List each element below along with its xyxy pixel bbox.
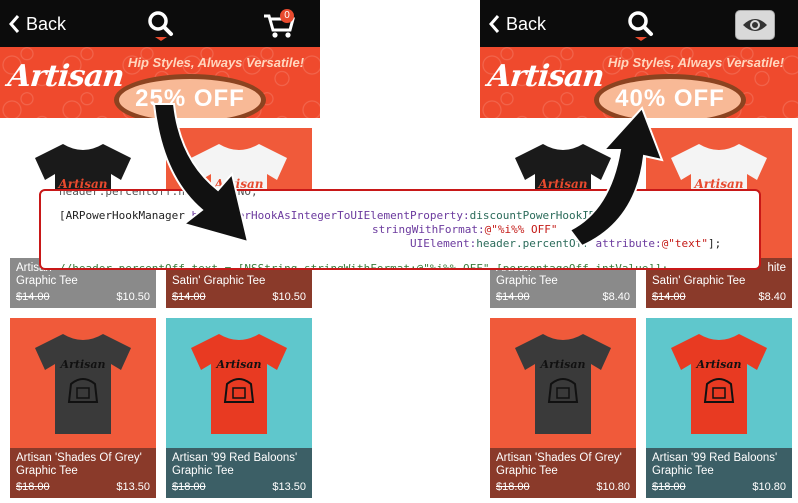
product-card[interactable]: Artisan Artisan 'Shades Of Grey' Graphic… bbox=[490, 318, 636, 498]
product-title-line2: Graphic Tee bbox=[496, 465, 558, 477]
search-button[interactable] bbox=[146, 10, 176, 42]
product-image: Artisan bbox=[10, 318, 156, 448]
product-card[interactable]: Artisan Artisan '99 Red Baloons' Graphic… bbox=[166, 318, 312, 498]
product-title-line1: Artisan 'Shades Of Grey' bbox=[16, 452, 142, 464]
product-title-line2: Satin' Graphic Tee bbox=[652, 275, 746, 287]
price-row: $14.00 $10.50 bbox=[16, 291, 150, 304]
product-card[interactable]: Artisan Artisan 'Shades Of Grey' Graphic… bbox=[10, 318, 156, 498]
product-title-line1: Satin' Graphic Tee bbox=[172, 275, 266, 287]
product-title-line2: Graphic Tee bbox=[172, 465, 234, 477]
svg-text:Artisan: Artisan bbox=[216, 358, 262, 371]
product-image: Artisan bbox=[490, 318, 636, 448]
product-card[interactable]: Artisan Artisan '99 Red Baloons' Graphic… bbox=[646, 318, 792, 498]
product-caption: Artisan 'Shades Of Grey' Graphic Tee $18… bbox=[10, 448, 156, 498]
preview-button[interactable] bbox=[735, 10, 775, 40]
product-title-line1: Artisan '99 Red Baloons' bbox=[172, 452, 298, 464]
sale-price: $10.80 bbox=[596, 481, 630, 493]
eye-icon bbox=[743, 19, 767, 31]
cart-button[interactable]: 0 bbox=[262, 8, 298, 40]
price-row: $18.00 $10.80 bbox=[496, 481, 630, 494]
sale-price: $13.50 bbox=[272, 481, 306, 493]
code-format-value: @"%i%% OFF" bbox=[484, 223, 558, 236]
arrow-down-icon bbox=[152, 103, 250, 244]
navbar: Back bbox=[480, 0, 798, 47]
price-row: $14.00 $8.40 bbox=[496, 291, 630, 304]
product-title-line2: Graphic Tee bbox=[16, 465, 78, 477]
svg-text:Artisan: Artisan bbox=[60, 358, 106, 371]
back-label: Back bbox=[26, 13, 67, 34]
svg-text:Artisan: Artisan bbox=[540, 358, 586, 371]
product-image: Artisan bbox=[646, 318, 792, 448]
sale-price: $13.50 bbox=[116, 481, 150, 493]
navbar: Back 0 bbox=[0, 0, 320, 47]
chevron-left-icon bbox=[9, 15, 20, 33]
brand-logo: Artisan bbox=[486, 59, 606, 94]
code-line-format: stringWithFormat:@"%i%% OFF" bbox=[372, 223, 557, 236]
price-row: $18.00 $13.50 bbox=[16, 481, 150, 494]
code-element-label: UIElement: bbox=[410, 237, 477, 250]
svg-text:Artisan: Artisan bbox=[696, 358, 742, 371]
price-row: $18.00 $13.50 bbox=[172, 481, 306, 494]
original-price: $14.00 bbox=[496, 291, 530, 303]
banner-tagline: Hip Styles, Always Versatile! bbox=[608, 55, 785, 70]
back-button[interactable]: Back bbox=[8, 12, 66, 36]
code-line-comment: //header.percentOff.text = [NSString str… bbox=[59, 262, 669, 270]
product-image: Artisan bbox=[166, 318, 312, 448]
code-format-label: stringWithFormat: bbox=[372, 223, 485, 236]
code-end: ]; bbox=[708, 237, 722, 250]
tshirt-icon: Artisan bbox=[515, 334, 611, 434]
original-price: $18.00 bbox=[172, 481, 206, 493]
product-caption: Artisan '99 Red Baloons' Graphic Tee $18… bbox=[646, 448, 792, 498]
original-price: $14.00 bbox=[172, 291, 206, 303]
original-price: $14.00 bbox=[652, 291, 686, 303]
sale-price: $8.40 bbox=[602, 291, 630, 303]
product-caption: Artisan 'Shades Of Grey' Graphic Tee $18… bbox=[490, 448, 636, 498]
arrow-up-icon bbox=[568, 106, 664, 248]
product-title-line2: Graphic Tee bbox=[16, 275, 78, 287]
search-icon bbox=[628, 11, 653, 41]
product-caption: Artisan '99 Red Baloons' Graphic Tee $18… bbox=[166, 448, 312, 498]
chevron-left-icon bbox=[489, 15, 500, 33]
banner-tagline: Hip Styles, Always Versatile! bbox=[128, 55, 305, 70]
product-title-line2: Graphic Tee bbox=[496, 275, 558, 287]
original-price: $14.00 bbox=[16, 291, 50, 303]
sale-price: $10.80 bbox=[752, 481, 786, 493]
original-price: $18.00 bbox=[496, 481, 530, 493]
product-title-line2: Graphic Tee bbox=[652, 465, 714, 477]
sale-price: $10.50 bbox=[272, 291, 306, 303]
price-row: $14.00 $10.50 bbox=[172, 291, 306, 304]
back-button[interactable]: Back bbox=[488, 12, 546, 36]
cart-count-badge: 0 bbox=[280, 9, 294, 23]
original-price: $18.00 bbox=[16, 481, 50, 493]
product-title-line1: Artisan '99 Red Baloons' bbox=[652, 452, 778, 464]
back-label: Back bbox=[506, 13, 547, 34]
sale-price: $10.50 bbox=[116, 291, 150, 303]
tshirt-icon: Artisan bbox=[191, 334, 287, 434]
original-price: $18.00 bbox=[652, 481, 686, 493]
brand-logo: Artisan bbox=[6, 59, 126, 94]
price-row: $14.00 $8.40 bbox=[652, 291, 786, 304]
tshirt-icon: Artisan bbox=[671, 334, 767, 434]
tshirt-icon: Artisan bbox=[35, 334, 131, 434]
sale-price: $8.40 bbox=[758, 291, 786, 303]
price-row: $18.00 $10.80 bbox=[652, 481, 786, 494]
search-icon bbox=[148, 11, 173, 41]
product-title-line1: Artisan 'Shades Of Grey' bbox=[496, 452, 622, 464]
search-button[interactable] bbox=[626, 10, 656, 42]
